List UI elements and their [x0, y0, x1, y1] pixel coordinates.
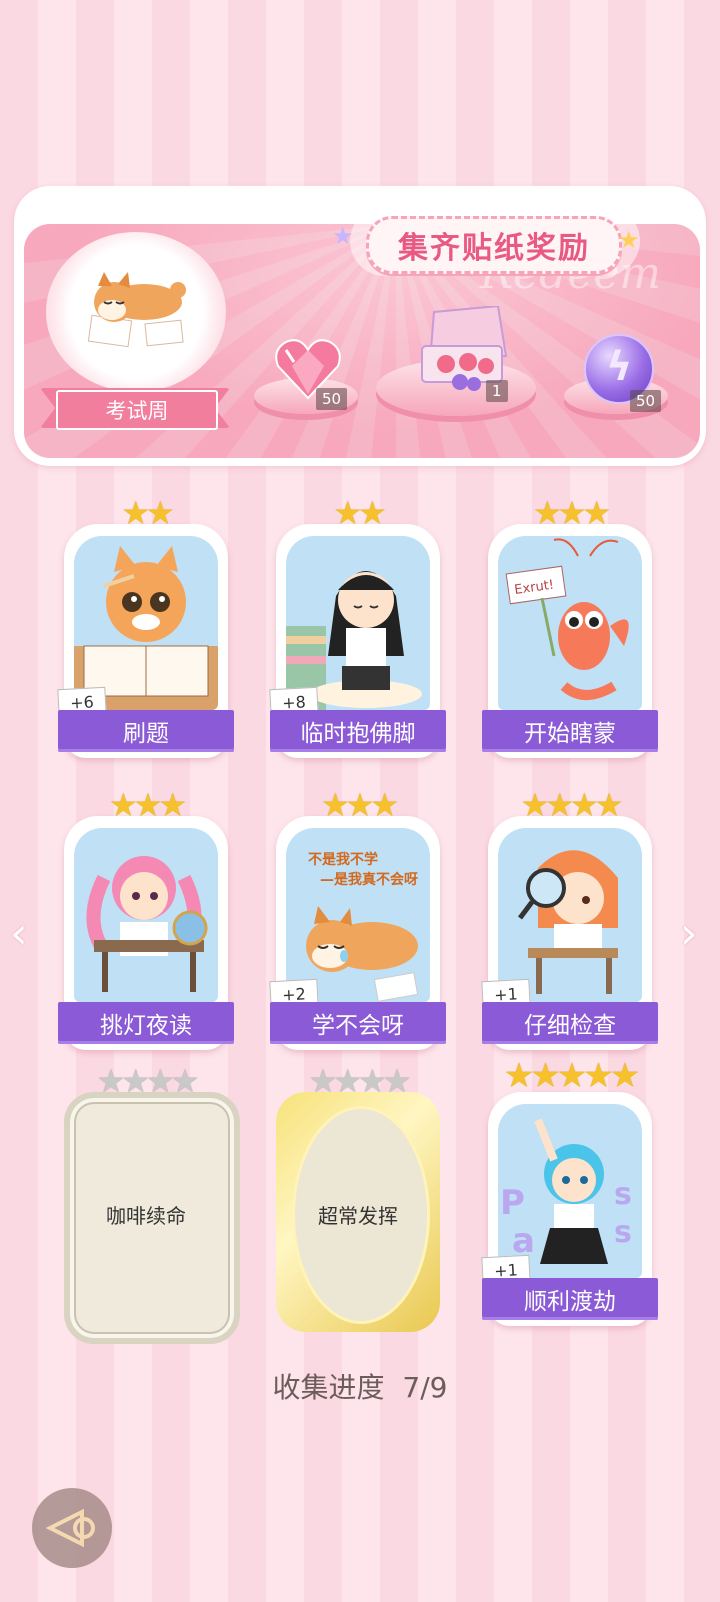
- sticker-card[interactable]: ★★ +8 临时抱佛脚: [269, 494, 446, 758]
- sticker-label: 刷题: [58, 710, 234, 752]
- sticker-card-locked[interactable]: ★★★★ 咖啡续命: [64, 1062, 240, 1344]
- girl-magnifier-icon: [518, 850, 618, 994]
- purple-star-icon: ★: [332, 222, 354, 250]
- gold-star-icon: ★: [618, 226, 640, 254]
- art-letter: P: [500, 1183, 525, 1223]
- sticker-label: 开始瞎蒙: [482, 710, 658, 752]
- progress-value: 7/9: [402, 1371, 448, 1404]
- sticker-label: 顺利渡劫: [482, 1278, 658, 1320]
- sticker-art: [286, 536, 430, 710]
- girl-globe-icon: [86, 856, 208, 992]
- sticker-art: P a s s: [498, 1104, 642, 1278]
- sticker-card[interactable]: ★★★ 不是我不学 —是我真不会呀 +2 学不会呀: [269, 786, 446, 1050]
- back-button[interactable]: [32, 1488, 112, 1568]
- sticker-label: 超常发挥: [318, 1204, 398, 1228]
- collection-progress: 收集进度 7/9: [0, 1366, 720, 1406]
- sticker-label: 咖啡续命: [106, 1204, 186, 1228]
- next-page-chevron-icon[interactable]: ›: [680, 908, 698, 959]
- art-letter: s: [614, 1215, 632, 1250]
- reward-count: 50: [630, 390, 662, 412]
- sticker-card[interactable]: ★★★★★ P a s s +1 顺利渡劫: [481, 1056, 658, 1326]
- art-caption-1: 不是我不学: [308, 851, 378, 868]
- shiba-sleeping-icon: [87, 272, 186, 348]
- sticker-label: 挑灯夜读: [58, 1002, 234, 1044]
- sticker-label: 仔细检查: [482, 1002, 658, 1044]
- star-rating: ★★★★★: [503, 1056, 640, 1096]
- sticker-label: 临时抱佛脚: [270, 710, 446, 752]
- sticker-card[interactable]: ★★ +6 刷题: [57, 494, 234, 758]
- theme-label: 考试周: [56, 390, 218, 430]
- reward-count: 1: [486, 380, 508, 402]
- sticker-card[interactable]: ★★★ Exrut! 开始瞎蒙: [482, 494, 658, 758]
- prev-page-chevron-icon[interactable]: ‹: [10, 908, 28, 959]
- sticker-label: 学不会呀: [270, 1002, 446, 1044]
- back-arrow-icon: [45, 1508, 95, 1548]
- sticker-card-locked[interactable]: ★★★★ 超常发挥: [276, 1062, 440, 1332]
- art-caption-2: —是我真不会呀: [320, 871, 418, 888]
- reward-count: 50: [316, 388, 348, 410]
- art-letter: s: [614, 1177, 632, 1212]
- girl-pass-icon: P a s s: [500, 1118, 632, 1264]
- sticker-art: [498, 828, 642, 1002]
- sticker-card[interactable]: ★★★ 挑灯夜读: [58, 786, 234, 1050]
- girl-praying-icon: [286, 571, 422, 710]
- sticker-art: 不是我不学 —是我真不会呀: [286, 828, 430, 1002]
- cat-writing-icon: [74, 546, 218, 710]
- shrimp-sign-icon: Exrut!: [505, 538, 629, 700]
- sticker-card[interactable]: ★★★★ +1 仔细检查: [481, 786, 658, 1050]
- sticker-art: Exrut!: [498, 536, 642, 710]
- panel-title: 集齐贴纸奖励: [366, 216, 622, 274]
- progress-label: 收集进度: [272, 1371, 385, 1404]
- sticker-art: [74, 828, 218, 1002]
- sticker-art: [74, 536, 218, 710]
- shiba-crying-icon: 不是我不学 —是我真不会呀: [306, 851, 419, 1002]
